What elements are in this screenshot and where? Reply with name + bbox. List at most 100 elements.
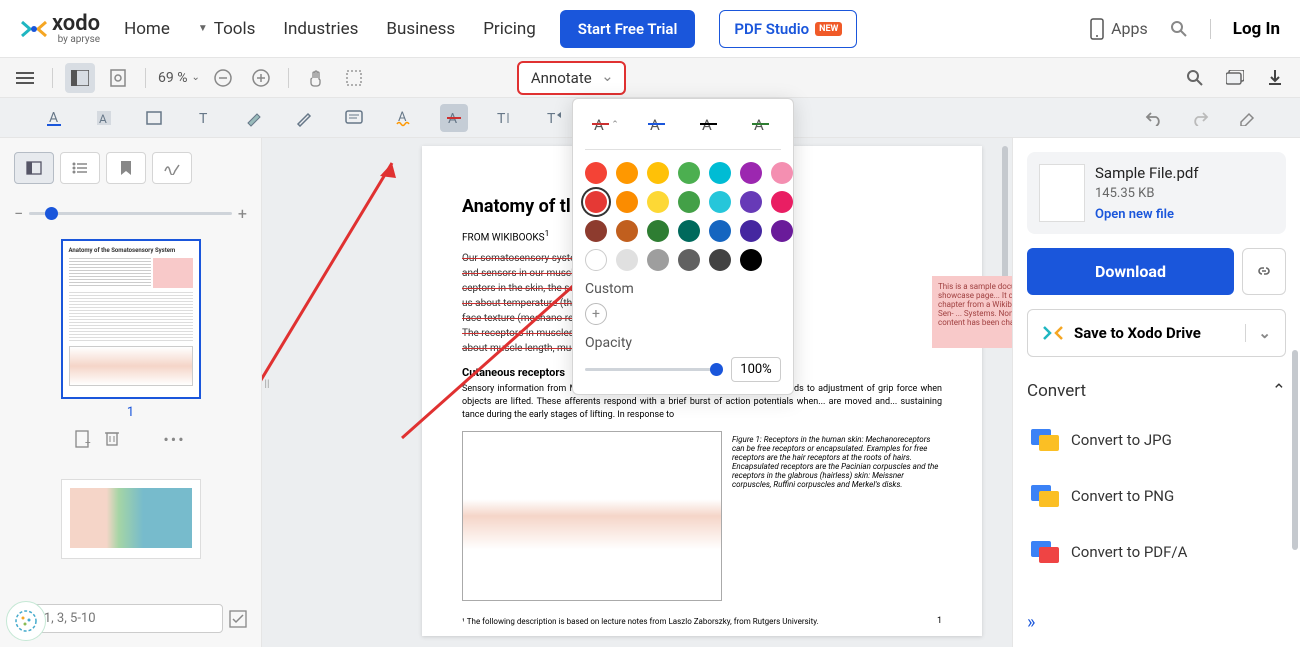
color-swatch[interactable] [740,191,762,213]
chevron-down-icon[interactable]: ⌄ [1245,324,1271,342]
color-swatch[interactable] [616,220,638,242]
resize-handle[interactable]: || [262,372,272,396]
color-swatch[interactable] [678,249,700,271]
squiggly-tool-icon[interactable]: A [390,104,418,132]
color-swatch[interactable] [585,220,607,242]
select-all-icon[interactable] [229,610,247,628]
color-swatch[interactable] [740,249,762,271]
color-swatch[interactable] [678,162,700,184]
color-swatch[interactable] [740,162,762,184]
freetext-tool-icon[interactable]: T [490,104,518,132]
nav-business[interactable]: Business [386,19,455,39]
strikeout-tool-icon[interactable]: A [440,104,468,132]
opacity-value[interactable]: 100% [731,357,781,382]
cookie-settings-button[interactable] [6,601,46,641]
color-swatch[interactable] [647,191,669,213]
color-swatch[interactable] [585,162,607,184]
bookmarks-tab[interactable] [106,152,146,184]
figure-caption: Figure 1: Receptors in the human skin: M… [732,431,942,601]
download-button[interactable]: Download [1027,248,1234,295]
color-swatch[interactable] [709,249,731,271]
add-custom-color-button[interactable]: + [585,303,607,325]
undo-icon[interactable] [1140,104,1168,132]
note-tool-icon[interactable] [340,104,368,132]
login-link[interactable]: Log In [1233,19,1280,39]
nav-industries[interactable]: Industries [283,19,358,39]
freehighlight-tool-icon[interactable] [240,104,268,132]
page-view-icon[interactable] [103,63,133,93]
zoom-in-icon[interactable] [246,63,276,93]
color-swatch[interactable] [647,249,669,271]
color-swatch[interactable] [678,220,700,242]
select-icon[interactable] [339,63,369,93]
pen-tool-icon[interactable] [290,104,318,132]
panel-toggle-icon[interactable] [65,63,95,93]
color-swatch[interactable] [647,220,669,242]
thumbnails-tab[interactable] [14,152,54,184]
convert-to-png[interactable]: Convert to PNG [1027,475,1286,517]
zoom-out-icon[interactable] [208,63,238,93]
save-to-drive-button[interactable]: Save to Xodo Drive ⌄ [1027,309,1286,357]
color-swatch[interactable] [740,220,762,242]
underline-tool-icon[interactable]: A [40,104,68,132]
zoom-dropdown[interactable]: 69 %⌄ [158,70,200,86]
color-swatch[interactable] [585,191,607,213]
page-thumbnail-2[interactable] [61,479,201,559]
expand-icon[interactable]: » [1027,612,1286,633]
share-link-button[interactable] [1242,248,1286,295]
eraser-icon[interactable] [1232,104,1260,132]
strikeout-red-style[interactable]: A⌃ [591,111,619,139]
color-swatch[interactable] [585,249,607,271]
text-tool-icon[interactable]: T [190,104,218,132]
search-icon[interactable] [1170,20,1188,38]
search-doc-icon[interactable] [1180,63,1210,93]
viewer-toolbar: 69 %⌄ Annotate [0,58,1300,98]
new-badge: NEW [815,22,842,36]
logo[interactable]: xodo by apryse [20,13,100,45]
apps-link[interactable]: Apps [1089,18,1148,40]
insert-page-icon[interactable]: + [75,430,91,449]
nav-home[interactable]: Home [124,19,170,39]
color-swatch[interactable] [678,191,700,213]
rectangle-tool-icon[interactable] [140,104,168,132]
start-trial-button[interactable]: Start Free Trial [560,10,696,48]
color-swatch[interactable] [771,220,793,242]
color-swatch[interactable] [709,191,731,213]
nav-pricing[interactable]: Pricing [483,19,536,39]
signatures-tab[interactable] [152,152,192,184]
menu-icon[interactable] [10,63,40,93]
highlight-tool-icon[interactable]: A [90,104,118,132]
color-swatch[interactable] [616,249,638,271]
comments-icon[interactable] [1220,63,1250,93]
download-icon[interactable] [1260,63,1290,93]
svg-text:T: T [547,111,556,127]
nav-tools[interactable]: ▼Tools [198,19,256,39]
thumbnail-page-number: 1 [14,405,247,420]
thumbnail-zoom-slider[interactable]: − + [14,204,247,223]
color-swatch[interactable] [616,162,638,184]
delete-page-icon[interactable] [105,430,119,449]
pdf-studio-button[interactable]: PDF Studio NEW [719,10,857,48]
more-icon[interactable]: ••• [163,430,185,449]
color-swatch[interactable] [709,220,731,242]
convert-to-pdfa[interactable]: Convert to PDF/A [1027,531,1286,573]
page-thumbnail-1[interactable]: Anatomy of the Somatosensory System [61,239,201,399]
strikeout-green-style[interactable]: A [747,111,775,139]
redo-icon[interactable] [1186,104,1214,132]
convert-to-jpg[interactable]: Convert to JPG [1027,419,1286,461]
pan-icon[interactable] [301,63,331,93]
strikeout-black-style[interactable]: A [695,111,723,139]
color-swatch[interactable] [709,162,731,184]
callout-tool-icon[interactable]: T [540,104,568,132]
panel-scrollbar[interactable] [1292,350,1298,550]
color-swatch[interactable] [771,191,793,213]
convert-section-header[interactable]: Convert ⌃ [1027,377,1286,405]
color-swatch[interactable] [771,162,793,184]
outline-tab[interactable] [60,152,100,184]
color-swatch[interactable] [616,191,638,213]
opacity-slider[interactable] [585,368,723,371]
color-swatch[interactable] [647,162,669,184]
mode-dropdown[interactable]: Annotate [517,61,626,95]
open-new-file-link[interactable]: Open new file [1095,207,1199,222]
strikeout-blue-style[interactable]: A [643,111,671,139]
